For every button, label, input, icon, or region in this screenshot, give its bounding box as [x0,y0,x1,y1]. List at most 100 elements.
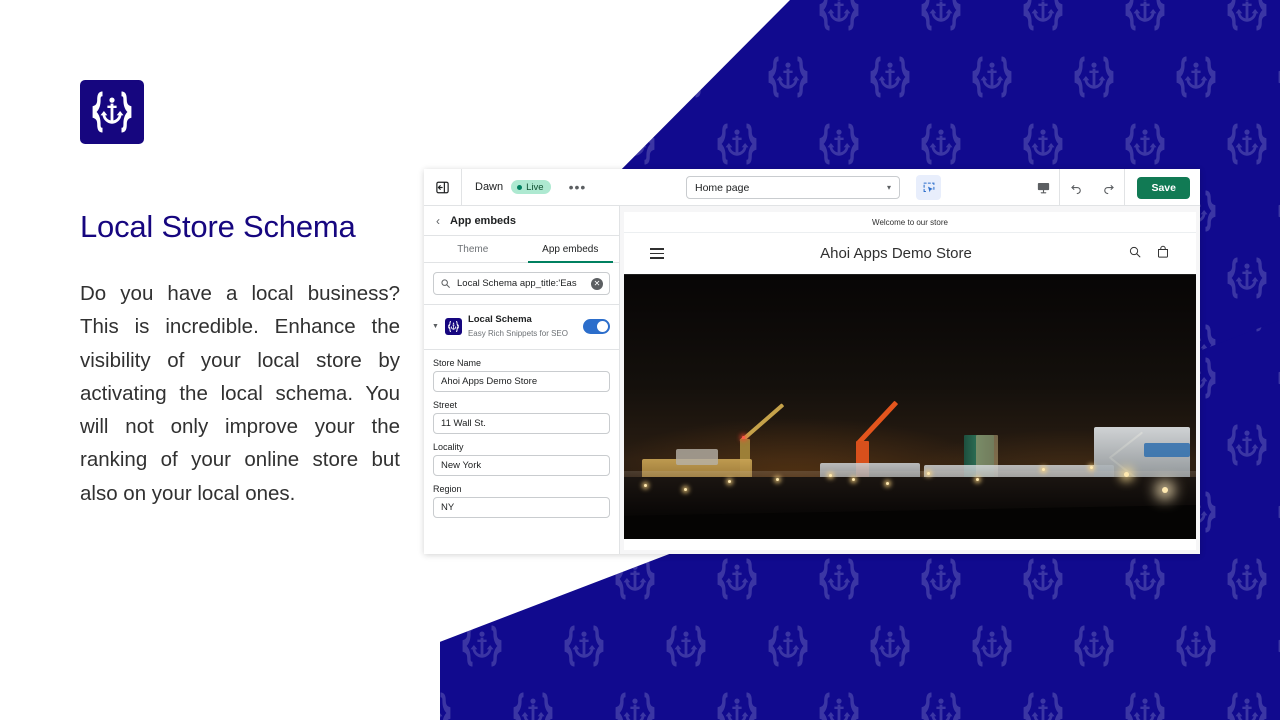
logo-watermark-tile [612,553,658,605]
shopping-bag-icon[interactable] [1156,245,1170,262]
search-input[interactable]: Local Schema app_title:'Eas ✕ [433,272,610,295]
search-icon[interactable] [1128,245,1142,262]
editor-topbar-right: Save [1027,169,1200,206]
logo-watermark-tile [816,687,862,720]
logo-watermark-tile [663,51,709,103]
sidebar-tabs: Theme App embeds [424,236,619,263]
region-input[interactable]: NY [433,496,610,518]
logo-watermark-tile [1275,620,1280,672]
app-embed-row-local-schema[interactable]: ▼ Local Schema Easy Rich Snippets for SE… [424,305,619,350]
exit-editor-icon[interactable] [424,169,462,206]
app-embed-settings-fields: Store Name Ahoi Apps Demo Store Street 1… [424,350,619,526]
clear-circle-icon[interactable]: ✕ [591,277,603,290]
editor-body: ‹ App embeds Theme App embeds Local Sche… [424,206,1200,554]
store-name-input[interactable]: Ahoi Apps Demo Store [433,370,610,392]
storefront-name: Ahoi Apps Demo Store [820,245,972,262]
logo-watermark-tile [1020,118,1066,170]
shopify-theme-editor-window: Dawn Live ••• Home page ▾ Save ‹ App emb… [424,169,1200,554]
logo-watermark-tile [816,118,862,170]
logo-watermark-tile [510,553,556,605]
logo-watermark-tile [714,553,760,605]
search-input-value: Local Schema app_title:'Eas [457,278,577,289]
toolbar-divider [1124,169,1126,206]
save-button[interactable]: Save [1137,176,1190,199]
undo-arrow-icon[interactable] [1060,169,1092,206]
tab-theme[interactable]: Theme [424,236,522,262]
chevron-down-icon: ▾ [886,183,891,192]
redo-arrow-icon[interactable] [1092,169,1124,206]
field-store-name: Store Name Ahoi Apps Demo Store [433,358,610,392]
logo-watermark-tile [816,553,862,605]
logo-watermark-tile [1224,419,1270,471]
theme-meta: Dawn Live ••• [462,180,592,194]
logo-watermark-tile [1224,687,1270,720]
logo-watermark-tile [1122,118,1168,170]
page-selector-value: Home page [695,181,750,194]
theme-name-label: Dawn [475,181,504,193]
logo-watermark-tile [714,687,760,720]
logo-watermark-tile [612,687,658,720]
sidebar-header: ‹ App embeds [424,206,619,236]
storefront-actions [1128,245,1170,262]
search-icon [440,278,451,289]
dock-light [684,488,687,491]
logo-watermark-tile [1020,687,1066,720]
locality-input[interactable]: New York [433,454,610,476]
field-locality: Locality New York [433,442,610,476]
inspector-select-icon[interactable] [916,175,941,200]
field-street: Street 11 Wall St. [433,400,610,434]
logo-watermark-tile [1224,252,1270,304]
logo-watermark-tile [969,51,1015,103]
marketing-column: Local Store Schema Do you have a local b… [0,0,440,720]
status-badge: Live [511,180,551,194]
dock-light [976,478,979,481]
logo-watermark-tile [918,553,964,605]
dock-light [927,472,930,475]
marketing-body-text: Do you have a local business? This is in… [80,282,400,505]
slide-canvas: Local Store Schema Do you have a local b… [0,0,1280,720]
logo-watermark-tile [918,118,964,170]
logo-watermark-tile [663,620,709,672]
dock-light [644,484,647,487]
hamburger-menu-icon[interactable] [650,248,664,259]
dock-light-flare [1162,487,1168,493]
dock-light [1042,468,1045,471]
announcement-bar: Welcome to our store [624,212,1196,233]
logo-watermark-tile [612,118,658,170]
logo-watermark-tile [1122,0,1168,36]
page-selector-dropdown[interactable]: Home page ▾ [686,176,900,199]
dock-light-bright [1124,472,1129,477]
braces-anchor-logo-icon [80,80,144,144]
dock-light [776,478,779,481]
more-options-button[interactable]: ••• [563,180,593,194]
logo-watermark-tile [561,620,607,672]
logo-watermark-tile [816,0,862,36]
desktop-monitor-icon[interactable] [1027,169,1059,206]
field-label: Locality [433,441,464,452]
storefront-preview-pane: Welcome to our store Ahoi Apps Demo Stor… [620,206,1200,554]
caret-down-icon[interactable]: ▼ [432,323,439,330]
app-embed-text: Local Schema Easy Rich Snippets for SEO [468,313,577,341]
logo-watermark-tile [969,620,1015,672]
chevron-left-icon[interactable]: ‹ [436,214,440,228]
logo-watermark-tile [1020,0,1066,36]
app-embed-subtitle: Easy Rich Snippets for SEO [467,328,568,338]
field-region: Region NY [433,484,610,518]
storefront-header: Ahoi Apps Demo Store [624,233,1196,275]
logo-watermark-tile [1173,620,1219,672]
logo-watermark-tile [918,687,964,720]
app-embed-toggle[interactable] [583,319,610,335]
field-label: Street [433,399,458,410]
search-section: Local Schema app_title:'Eas ✕ [424,263,619,305]
logo-watermark-tile [510,118,556,170]
logo-watermark-tile [1224,553,1270,605]
logo-watermark-tile [1122,687,1168,720]
logo-watermark-tile [510,0,556,36]
logo-watermark-tile [867,620,913,672]
street-input[interactable]: 11 Wall St. [433,412,610,434]
tab-app-embeds[interactable]: App embeds [522,236,620,263]
field-label: Region [433,483,462,494]
logo-watermark-tile [1173,51,1219,103]
logo-watermark-tile [1224,0,1270,36]
hero-image [624,275,1196,539]
